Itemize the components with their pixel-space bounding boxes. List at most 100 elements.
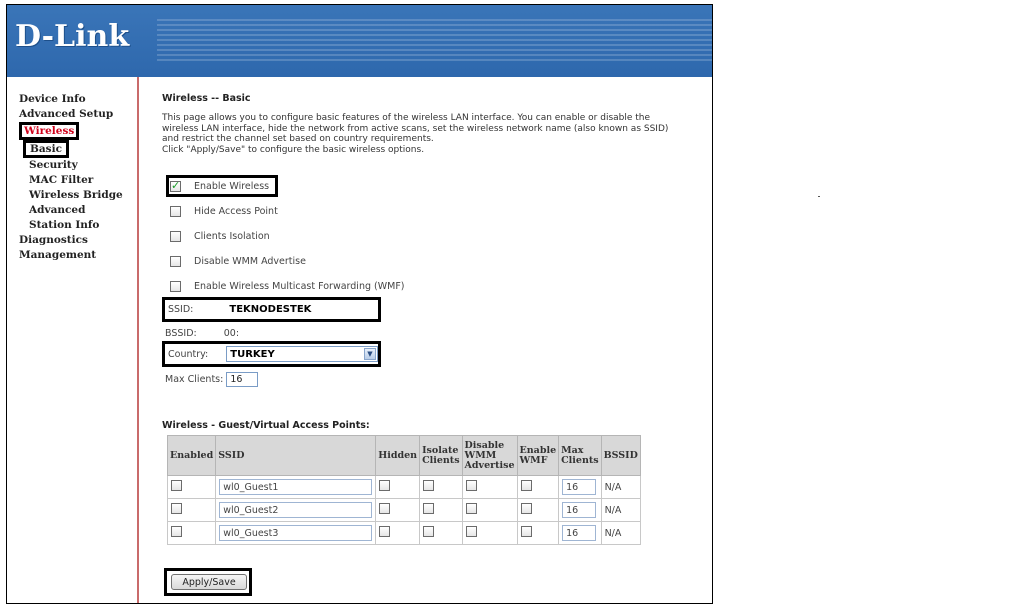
sidebar-item-diagnostics[interactable]: Diagnostics — [7, 233, 137, 248]
guest3-enabled-checkbox[interactable] — [171, 526, 182, 537]
table-row: wl0_Guest1 16 N/A — [166, 475, 641, 499]
country-selected-value: TURKEY — [230, 348, 275, 360]
page-description: This page allows you to configure basic … — [162, 113, 702, 155]
sidebar-item-wireless[interactable]: Wireless — [7, 122, 137, 140]
description-line: wireless LAN interface, hide the network… — [162, 123, 669, 134]
enable-wireless-checkbox[interactable] — [170, 179, 181, 192]
max-clients-input[interactable]: 16 — [226, 371, 259, 387]
guest-max-clients-cell: 16 — [558, 521, 602, 545]
option-label: Enable Wireless Multicast Forwarding (WM… — [194, 280, 405, 292]
sidebar-item-advanced-setup[interactable]: Advanced Setup — [7, 107, 137, 122]
guest-wmf-cell — [516, 475, 560, 499]
max-clients-row: Max Clients: 16 — [165, 368, 259, 390]
sidebar-item-basic[interactable]: Basic — [7, 140, 137, 158]
guest2-wmm-checkbox[interactable] — [465, 503, 477, 514]
guest1-enabled-checkbox[interactable] — [171, 480, 182, 491]
table-row: wl0_Guest2 16 N/A — [166, 498, 641, 522]
description-line: and restrict the channel set based on co… — [162, 134, 434, 144]
guest-ssid-cell: wl0_Guest1 — [215, 475, 377, 499]
guest1-max-clients-input[interactable]: 16 — [562, 479, 597, 495]
sidebar-item-mac-filter[interactable]: MAC Filter — [7, 173, 137, 188]
ssid-input[interactable]: TEKNODESTEK — [229, 304, 311, 315]
guest-wmm-cell — [461, 521, 518, 545]
sidebar-nav: Device Info Advanced Setup Wireless Basi… — [7, 77, 139, 603]
guest-isolate-cell — [419, 498, 463, 522]
apply-save-button[interactable]: Apply/Save — [171, 574, 247, 590]
option-enable-wireless[interactable]: Enable Wireless — [170, 177, 269, 195]
guest1-wmm-checkbox[interactable] — [465, 480, 477, 491]
sidebar-item-wireless-bridge[interactable]: Wireless Bridge — [7, 188, 137, 203]
country-label: Country: — [168, 348, 209, 360]
col-enabled: Enabled — [166, 435, 217, 476]
country-select[interactable]: TURKEY ▼ — [226, 346, 378, 362]
sidebar-item-security[interactable]: Security — [7, 158, 137, 173]
guest1-wmf-checkbox[interactable] — [520, 480, 532, 491]
col-hidden: Hidden — [375, 435, 421, 476]
description-line: This page allows you to configure basic … — [162, 113, 651, 123]
col-disable-wmm-advertise: Disable WMM Advertise — [461, 435, 518, 476]
table-header-row: Enabled SSID Hidden Isolate Clients Disa… — [166, 435, 641, 476]
option-label: Clients Isolation — [194, 230, 270, 242]
header-banner: D-Link — [7, 5, 712, 77]
guest3-hidden-checkbox[interactable] — [379, 526, 391, 537]
option-clients-isolation[interactable]: Clients Isolation — [170, 227, 270, 245]
guest2-isolate-checkbox[interactable] — [423, 503, 435, 514]
guest-wmf-cell — [516, 521, 560, 545]
sidebar-item-advanced[interactable]: Advanced — [7, 203, 137, 218]
guest-bssid-cell: N/A — [600, 498, 641, 522]
guest-max-clients-cell: 16 — [558, 498, 602, 522]
ssid-label: SSID: — [168, 304, 194, 315]
guest-hidden-cell — [375, 498, 421, 522]
col-ssid: SSID — [215, 435, 377, 476]
header-stripes — [157, 19, 712, 63]
guest-ssid-cell: wl0_Guest2 — [215, 498, 377, 522]
guest-wmm-cell — [461, 498, 518, 522]
option-label: Disable WMM Advertise — [194, 255, 306, 267]
guest-wmf-cell — [516, 498, 560, 522]
guest-enabled-cell — [166, 498, 217, 522]
sidebar-item-management[interactable]: Management — [7, 248, 137, 263]
sidebar-item-station-info[interactable]: Station Info — [7, 218, 137, 233]
apply-save-highlight: Apply/Save — [164, 568, 252, 596]
option-label: Enable Wireless — [194, 180, 270, 192]
guest-wmm-cell — [461, 475, 518, 499]
guest-hidden-cell — [375, 475, 421, 499]
option-disable-wmm-advertise[interactable]: Disable WMM Advertise — [170, 252, 306, 270]
guest-section-title: Wireless - Guest/Virtual Access Points: — [162, 420, 370, 431]
enable-wmf-checkbox[interactable] — [170, 280, 181, 292]
col-max-clients: Max Clients — [558, 435, 602, 476]
max-clients-label: Max Clients: — [165, 373, 224, 385]
guest2-ssid-input[interactable]: wl0_Guest2 — [219, 502, 373, 518]
guest3-ssid-input[interactable]: wl0_Guest3 — [219, 525, 373, 541]
clients-isolation-checkbox[interactable] — [170, 230, 181, 242]
disable-wmm-advertise-checkbox[interactable] — [170, 255, 181, 267]
hide-access-point-checkbox[interactable] — [170, 205, 181, 217]
guest1-hidden-checkbox[interactable] — [379, 480, 391, 491]
guest2-enabled-checkbox[interactable] — [171, 503, 182, 514]
guest-isolate-cell — [419, 475, 463, 499]
guest2-wmf-checkbox[interactable] — [520, 503, 532, 514]
col-isolate-clients: Isolate Clients — [419, 435, 463, 476]
guest3-max-clients-input[interactable]: 16 — [562, 525, 597, 541]
guest3-wmf-checkbox[interactable] — [520, 526, 532, 537]
guest1-ssid-input[interactable]: wl0_Guest1 — [219, 479, 373, 495]
guest1-isolate-checkbox[interactable] — [423, 480, 435, 491]
description-line: Click "Apply/Save" to configure the basi… — [162, 144, 425, 155]
option-enable-wmf[interactable]: Enable Wireless Multicast Forwarding (WM… — [170, 277, 405, 295]
guest3-isolate-checkbox[interactable] — [423, 526, 435, 537]
bssid-label: BSSID: — [165, 327, 197, 339]
stray-dot — [818, 196, 820, 197]
guest-bssid-cell: N/A — [600, 521, 641, 545]
guest2-hidden-checkbox[interactable] — [379, 503, 391, 514]
option-hide-access-point[interactable]: Hide Access Point — [170, 202, 278, 220]
guest-enabled-cell — [166, 521, 217, 545]
guest3-wmm-checkbox[interactable] — [465, 526, 477, 537]
page-title: Wireless -- Basic — [162, 93, 251, 104]
table-row: wl0_Guest3 16 N/A — [166, 521, 641, 545]
guest-bssid-cell: N/A — [600, 475, 641, 499]
guest2-max-clients-input[interactable]: 16 — [562, 502, 597, 518]
chevron-down-icon[interactable]: ▼ — [364, 348, 376, 360]
sidebar-item-device-info[interactable]: Device Info — [7, 92, 137, 107]
dlink-logo: D-Link — [15, 19, 130, 54]
bssid-value: 00: — [223, 327, 240, 339]
